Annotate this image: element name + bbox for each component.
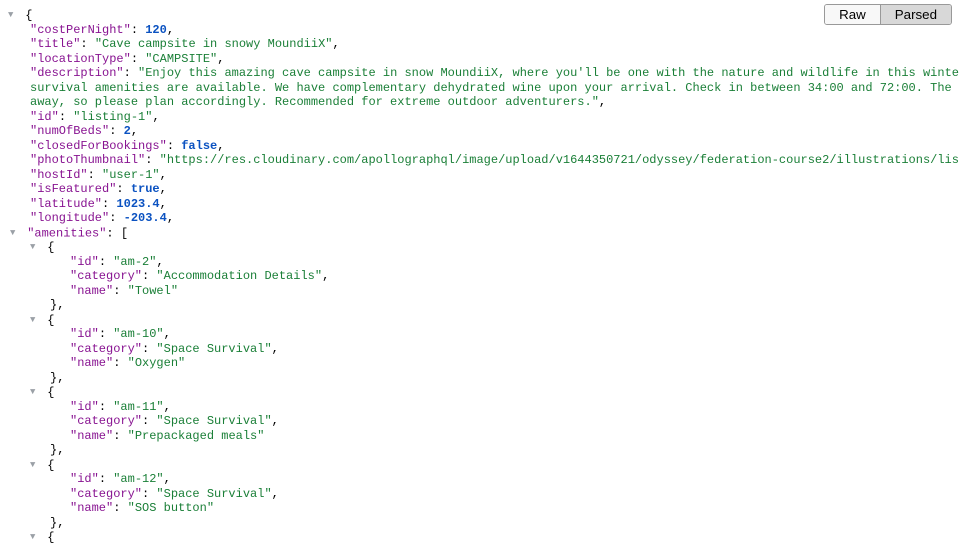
json-line: }, (0, 371, 960, 386)
json-line: }, (0, 298, 960, 313)
json-line: "numOfBeds": 2, (0, 124, 960, 139)
json-line: "closedForBookings": false, (0, 139, 960, 154)
json-line: ▼ { (0, 313, 960, 328)
disclosure-triangle[interactable]: ▼ (30, 240, 40, 255)
json-line: ▼ { (0, 458, 960, 473)
json-line: "name": "Prepackaged meals" (0, 429, 960, 444)
json-line: "category": "Space Survival", (0, 414, 960, 429)
json-line: "name": "Oxygen" (0, 356, 960, 371)
json-line: ▼ { (0, 8, 960, 23)
disclosure-triangle[interactable]: ▼ (8, 8, 18, 23)
json-line: "hostId": "user-1", (0, 168, 960, 183)
json-line: "costPerNight": 120, (0, 23, 960, 38)
disclosure-triangle[interactable]: ▼ (10, 226, 20, 241)
json-line: }, (0, 443, 960, 458)
json-line: "category": "Space Survival", (0, 487, 960, 502)
json-line: ▼ { (0, 530, 960, 545)
json-line: "latitude": 1023.4, (0, 197, 960, 212)
json-line: "category": "Space Survival", (0, 342, 960, 357)
json-line: "id": "listing-1", (0, 110, 960, 125)
json-line: survival amenities are available. We hav… (0, 81, 960, 96)
json-line: "longitude": -203.4, (0, 211, 960, 226)
json-line: "id": "am-10", (0, 327, 960, 342)
json-line: "id": "am-12", (0, 472, 960, 487)
json-line: "description": "Enjoy this amazing cave … (0, 66, 960, 81)
json-tree: ▼ {"costPerNight": 120,"title": "Cave ca… (0, 8, 960, 545)
json-line: ▼ { (0, 385, 960, 400)
json-line: "photoThumbnail": "https://res.cloudinar… (0, 153, 960, 168)
disclosure-triangle[interactable]: ▼ (30, 458, 40, 473)
json-line: away, so please plan accordingly. Recomm… (0, 95, 960, 110)
json-line: "category": "Accommodation Details", (0, 269, 960, 284)
disclosure-triangle[interactable]: ▼ (30, 530, 40, 545)
json-line: "name": "Towel" (0, 284, 960, 299)
disclosure-triangle[interactable]: ▼ (30, 313, 40, 328)
json-line: ▼ "amenities": [ (0, 226, 960, 241)
disclosure-triangle[interactable]: ▼ (30, 385, 40, 400)
json-line: "isFeatured": true, (0, 182, 960, 197)
json-line: ▼ { (0, 240, 960, 255)
json-line: }, (0, 516, 960, 531)
json-line: "id": "am-2", (0, 255, 960, 270)
json-line: "name": "SOS button" (0, 501, 960, 516)
json-line: "id": "am-11", (0, 400, 960, 415)
json-line: "locationType": "CAMPSITE", (0, 52, 960, 67)
json-line: "title": "Cave campsite in snowy Moundii… (0, 37, 960, 52)
